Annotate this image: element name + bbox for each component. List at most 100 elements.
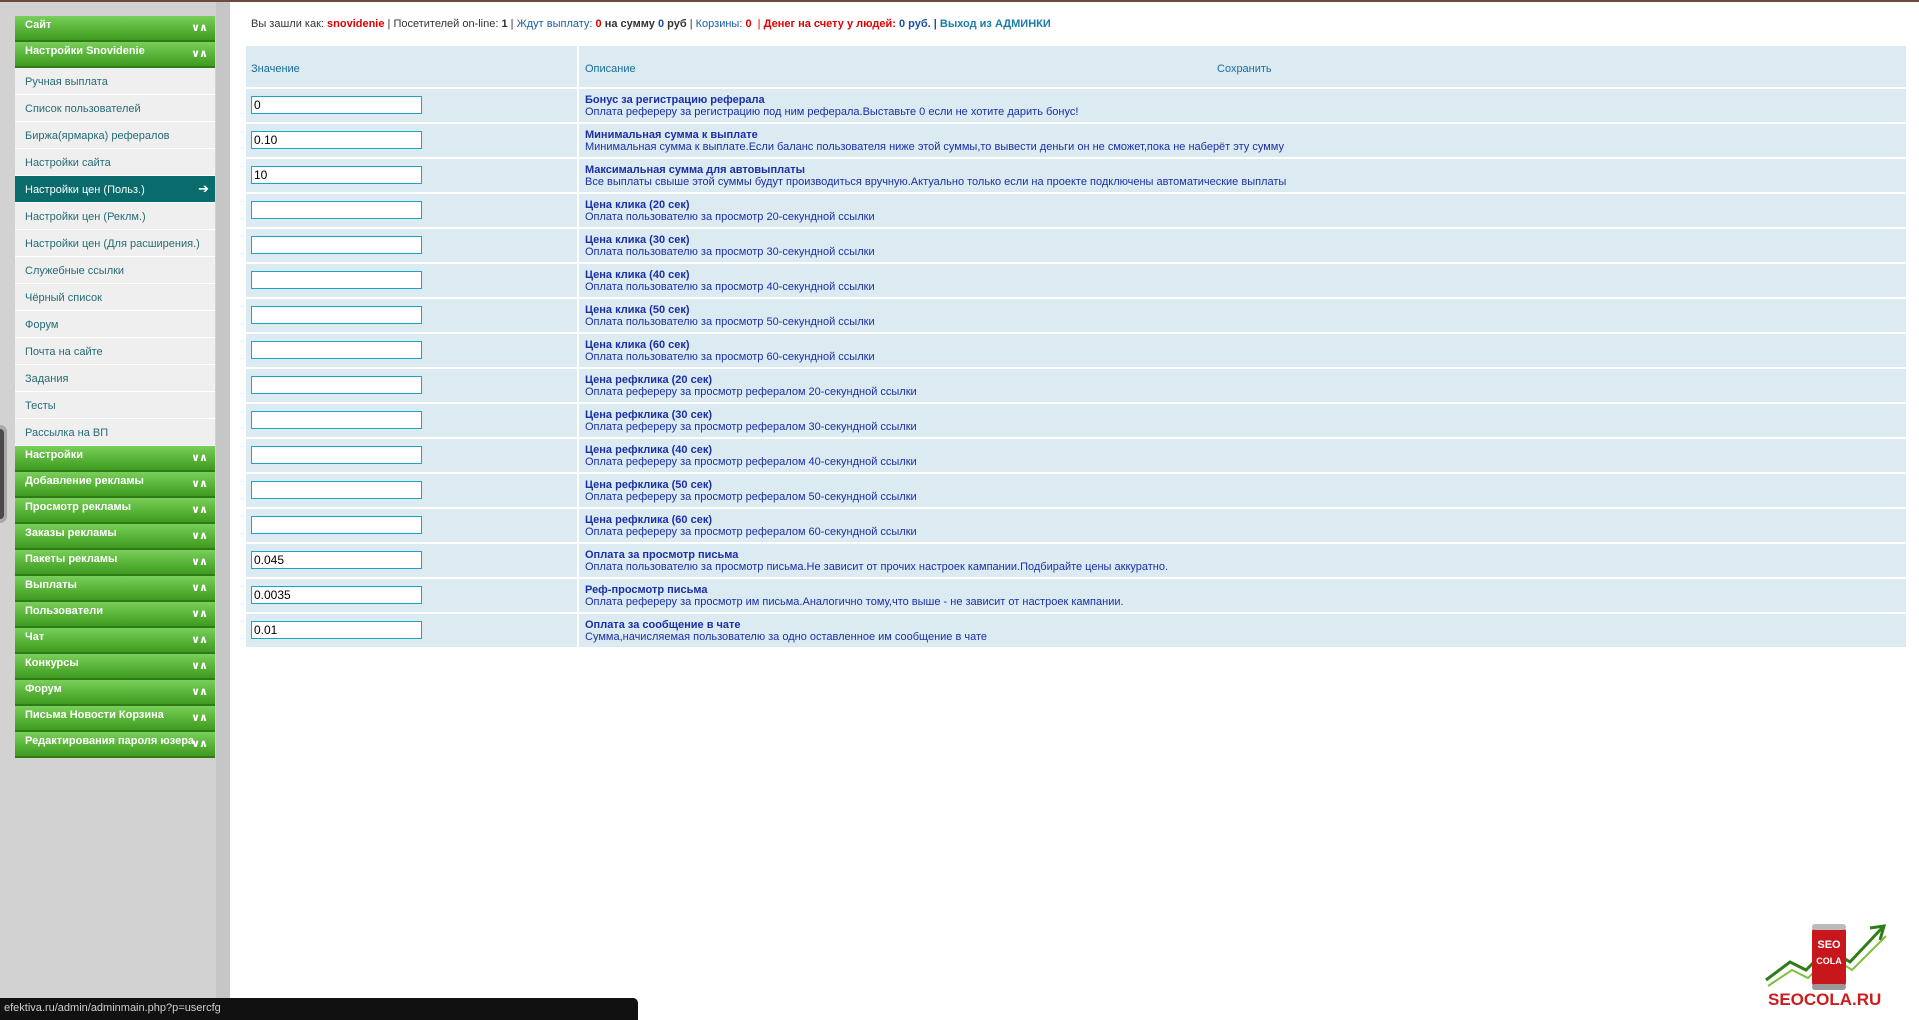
- sidebar-item[interactable]: Настройки цен (Для расширения.): [15, 230, 215, 257]
- setting-title: Оплата за сообщение в чате: [585, 619, 741, 631]
- sidebar-item-label: Биржа(ярмарка) рефералов: [25, 130, 170, 142]
- sidebar-section-label: Добавление рекламы: [25, 475, 144, 487]
- separator: |: [510, 18, 514, 30]
- setting-value-input[interactable]: [251, 481, 422, 499]
- setting-value-input[interactable]: [251, 411, 422, 429]
- sidebar-section-label: Редактирования пароля юзера: [25, 735, 195, 747]
- double-chevron-icon[interactable]: ∨∧: [187, 710, 211, 726]
- double-chevron-icon[interactable]: ∨∧: [187, 632, 211, 648]
- double-chevron-icon[interactable]: ∨∧: [187, 606, 211, 622]
- table-row: Бонус за регистрацию рефералаОплата рефе…: [246, 89, 1906, 124]
- sidebar-section-label: Чат: [25, 631, 45, 643]
- sidebar-section-header[interactable]: Редактирования пароля юзера ∨∧: [15, 732, 215, 758]
- sidebar-item[interactable]: Почта на сайте: [15, 338, 215, 365]
- double-chevron-icon[interactable]: ∨∧: [187, 554, 211, 570]
- sidebar-item[interactable]: Настройки цен (Польз.) ➔: [15, 176, 215, 203]
- sidebar-item[interactable]: Список пользователей: [15, 95, 215, 122]
- sidebar-section-header[interactable]: Форум ∨∧: [15, 680, 215, 706]
- sum-unit: руб: [667, 18, 687, 30]
- logout-link[interactable]: Выход из АДМИНКИ: [940, 18, 1051, 30]
- setting-description: Оплата пользователю за просмотр 60-секун…: [585, 351, 875, 363]
- sidebar-collapse-handle[interactable]: [0, 425, 7, 523]
- carts-label[interactable]: Корзины:: [696, 18, 743, 30]
- sidebar-item[interactable]: Тесты: [15, 392, 215, 419]
- online-count: 1: [501, 18, 508, 30]
- setting-value-input[interactable]: [251, 551, 422, 569]
- table-row: Цена рефклика (40 сек) Оплата рефереру за…: [246, 439, 1906, 474]
- sidebar-section-header[interactable]: Выплаты ∨∧: [15, 576, 215, 602]
- sidebar-section-header[interactable]: Настройки Snovidenie ∨∧: [15, 42, 215, 68]
- double-chevron-icon[interactable]: ∨∧: [187, 528, 211, 544]
- sidebar-section-header[interactable]: Конкурсы ∨∧: [15, 654, 215, 680]
- setting-value-input[interactable]: [251, 271, 422, 289]
- sidebar-item-label: Ручная выплата: [25, 76, 108, 88]
- setting-value-input[interactable]: [251, 166, 422, 184]
- sidebar-section-header[interactable]: Пакеты рекламы ∨∧: [15, 550, 215, 576]
- column-divider: [577, 474, 579, 509]
- sidebar-item[interactable]: Рассылка на ВП: [15, 419, 215, 446]
- table-row: Цена рефклика (60 сек) Оплата рефереру за…: [246, 509, 1906, 544]
- setting-value-input[interactable]: [251, 306, 422, 324]
- sidebar-section-header[interactable]: Добавление рекламы ∨∧: [15, 472, 215, 498]
- sidebar-section-label: Пакеты рекламы: [25, 553, 118, 565]
- table-row: Оплата за просмотр письмаОплата пользова…: [246, 544, 1906, 579]
- double-chevron-icon[interactable]: ∨∧: [187, 46, 211, 62]
- sidebar-item[interactable]: Чёрный список: [15, 284, 215, 311]
- setting-value-input[interactable]: [251, 201, 422, 219]
- admin-status-bar: Вы зашли как: snovidenie | Посетителей o…: [251, 18, 1901, 30]
- online-label: Посетителей on-line:: [393, 18, 499, 30]
- setting-value-input[interactable]: [251, 236, 422, 254]
- setting-value-input[interactable]: [251, 131, 422, 149]
- sidebar-item-label: Список пользователей: [25, 103, 141, 115]
- sidebar-item-label: Почта на сайте: [25, 346, 103, 358]
- sidebar-section-header[interactable]: Заказы рекламы ∨∧: [15, 524, 215, 550]
- sidebar-item[interactable]: Форум: [15, 311, 215, 338]
- column-divider: [577, 159, 579, 194]
- sidebar-section-header[interactable]: Письма Новости Корзина ∨∧: [15, 706, 215, 732]
- double-chevron-icon[interactable]: ∨∧: [187, 450, 211, 466]
- setting-value-input[interactable]: [251, 341, 422, 359]
- status-url: efektiva.ru/admin/adminmain.php?p=usercf…: [4, 1002, 221, 1014]
- sidebar-section-header[interactable]: Чат ∨∧: [15, 628, 215, 654]
- column-header-value: Значение: [251, 63, 300, 75]
- separator: |: [933, 18, 937, 30]
- sidebar-item[interactable]: Настройки сайта: [15, 149, 215, 176]
- sidebar-item[interactable]: Задания: [15, 365, 215, 392]
- save-button[interactable]: Сохранить: [1217, 63, 1272, 75]
- sidebar-section-label: Форум: [25, 683, 62, 695]
- sidebar-item[interactable]: Служебные ссылки: [15, 257, 215, 284]
- sidebar-item[interactable]: Ручная выплата: [15, 68, 215, 95]
- setting-description: Оплата пользователю за просмотр 50-секун…: [585, 316, 875, 328]
- sidebar-section-header[interactable]: Пользователи ∨∧: [15, 602, 215, 628]
- sidebar-section-header[interactable]: Просмотр рекламы ∨∧: [15, 498, 215, 524]
- double-chevron-icon[interactable]: ∨∧: [187, 20, 211, 36]
- setting-value-input[interactable]: [251, 376, 422, 394]
- setting-title: Реф-просмотр письма: [585, 584, 708, 596]
- sidebar-item[interactable]: Биржа(ярмарка) рефералов: [15, 122, 215, 149]
- pending-payout-label[interactable]: Ждут выплату:: [517, 18, 593, 30]
- setting-value-input[interactable]: [251, 96, 422, 114]
- double-chevron-icon[interactable]: ∨∧: [187, 476, 211, 492]
- double-chevron-icon[interactable]: ∨∧: [187, 658, 211, 674]
- double-chevron-icon[interactable]: ∨∧: [187, 736, 211, 752]
- table-header: Значение Описание Сохранить: [246, 46, 1906, 89]
- double-chevron-icon[interactable]: ∨∧: [187, 684, 211, 700]
- table-row: Цена клика (30 сек) Оплата пользователю з…: [246, 229, 1906, 264]
- sidebar-item-label: Рассылка на ВП: [25, 427, 109, 439]
- sidebar-item[interactable]: Настройки цен (Реклм.): [15, 203, 215, 230]
- setting-value-input[interactable]: [251, 516, 422, 534]
- setting-description: Оплата рефереру за регистрацию под ним р…: [585, 106, 1079, 118]
- column-divider: [577, 404, 579, 439]
- double-chevron-icon[interactable]: ∨∧: [187, 502, 211, 518]
- table-row: Реф-просмотр письмаОплата рефереру за пр…: [246, 579, 1906, 614]
- sidebar-section-header[interactable]: Настройки ∨∧: [15, 446, 215, 472]
- table-row: Цена клика (20 сек) Оплата пользователю з…: [246, 194, 1906, 229]
- setting-description: Оплата пользователю за просмотр 40-секун…: [585, 281, 875, 293]
- sidebar-section-header[interactable]: Сайт ∨∧: [15, 16, 215, 42]
- sidebar-item-label: Форум: [25, 319, 59, 331]
- double-chevron-icon[interactable]: ∨∧: [187, 580, 211, 596]
- setting-value-input[interactable]: [251, 446, 422, 464]
- sidebar-item-label: Настройки цен (Для расширения.): [25, 238, 200, 250]
- setting-value-input[interactable]: [251, 621, 422, 639]
- setting-value-input[interactable]: [251, 586, 422, 604]
